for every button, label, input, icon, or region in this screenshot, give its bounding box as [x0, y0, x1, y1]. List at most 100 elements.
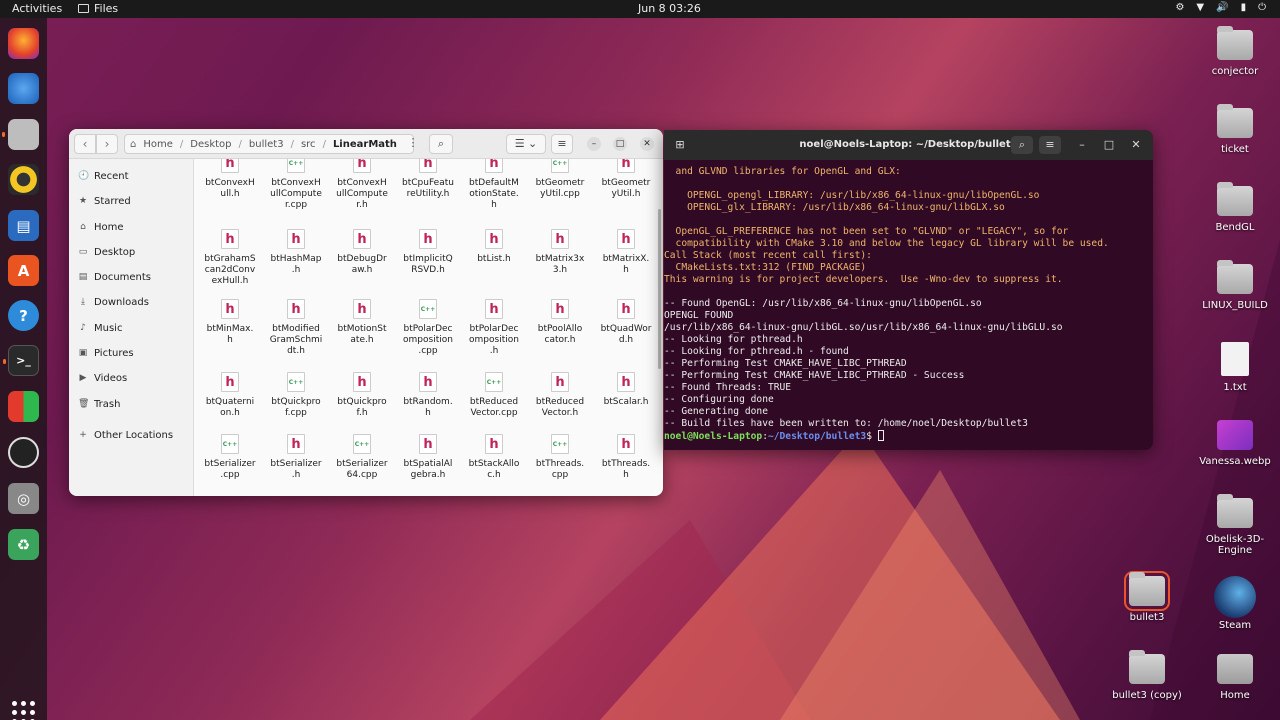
file-item[interactable]: h btQuadWor d.h — [596, 299, 656, 346]
terminal-close-icon[interactable]: ✕ — [1125, 136, 1147, 154]
back-button[interactable]: ‹ — [74, 134, 96, 154]
sidebar-item-desktop[interactable]: ▭ Desktop — [78, 245, 136, 259]
desktop-icon[interactable]: conjector — [1190, 26, 1280, 77]
app-menu[interactable]: Files — [78, 2, 118, 15]
desktop-icon[interactable]: ticket — [1190, 104, 1280, 155]
sidebar-item-music[interactable]: ♪ Music — [78, 321, 122, 335]
file-item[interactable]: h btMinMax. h — [200, 299, 260, 346]
terminal-maximize-icon[interactable]: □ — [1098, 136, 1120, 154]
file-item[interactable]: h btSerializer .h — [266, 434, 326, 481]
file-item[interactable]: C++ btGeometr yUtil.cpp — [530, 159, 590, 200]
trash-icon[interactable]: ♻ — [8, 529, 39, 560]
sidebar-item-trash[interactable]: 🗑 Trash — [78, 397, 120, 411]
sidebar-item-label: Desktop — [94, 246, 136, 258]
rhythmbox-icon[interactable] — [8, 164, 39, 195]
file-item[interactable]: h btScalar.h — [596, 372, 656, 408]
menu-icon[interactable]: ≡ — [551, 134, 573, 154]
file-item[interactable]: h btPolarDec omposition .h — [464, 299, 524, 357]
file-item[interactable]: C++ btConvexH ullCompute r.cpp — [266, 159, 326, 211]
file-item[interactable]: h btGeometr yUtil.h — [596, 159, 656, 200]
desktop-icon[interactable]: Obelisk-3D-Engine — [1190, 494, 1280, 556]
search-icon[interactable]: ⌕ — [429, 134, 453, 154]
show-apps-icon[interactable] — [12, 701, 35, 720]
file-item[interactable]: h btConvexH ull.h — [200, 159, 260, 200]
file-item[interactable]: h btQuickpro f.h — [332, 372, 392, 419]
file-item[interactable]: C++ btSerializer .cpp — [200, 434, 260, 481]
desktop-icon[interactable]: Home — [1190, 654, 1280, 701]
terminal-minimize-icon[interactable]: – — [1071, 136, 1093, 154]
app-grid-icon[interactable] — [8, 391, 39, 422]
desktop-icon[interactable]: Vanessa.webp — [1190, 420, 1280, 467]
file-item[interactable]: h btDebugDr aw.h — [332, 229, 392, 276]
minimize-icon[interactable]: – — [587, 137, 601, 151]
sidebar-item-documents[interactable]: ▤ Documents — [78, 270, 151, 284]
folder-icon — [1124, 571, 1170, 611]
file-item[interactable]: h btImplicitQ RSVD.h — [398, 229, 458, 276]
breadcrumb-item[interactable]: src — [301, 139, 316, 150]
terminal-prompt[interactable]: noel@Noels-Laptop:~/Desktop/bullet3$ — [664, 430, 1153, 442]
file-item[interactable]: h btMatrix3x 3.h — [530, 229, 590, 276]
file-item[interactable]: h btMotionSt ate.h — [332, 299, 392, 346]
terminal-search-icon[interactable]: ⌕ — [1011, 136, 1033, 154]
sidebar-item-pictures[interactable]: ▣ Pictures — [78, 346, 134, 360]
breadcrumb-current[interactable]: LinearMath — [333, 139, 397, 150]
system-tray[interactable]: ⚙ ▼ 🔊 ▮ ⏻ — [1175, 2, 1266, 13]
terminal-menu-icon[interactable]: ≡ — [1039, 136, 1061, 154]
desktop-icon[interactable]: 1.txt — [1190, 342, 1280, 393]
clock[interactable]: Jun 8 03:26 — [638, 2, 701, 15]
file-item[interactable]: C++ btThreads. cpp — [530, 434, 590, 481]
file-item[interactable]: h btThreads. h — [596, 434, 656, 481]
terminal-output[interactable]: and GLVND libraries for OpenGL and GLX: … — [664, 166, 1153, 450]
terminal-icon[interactable]: >_ — [3, 345, 39, 376]
file-name-line: btGrahamS — [204, 254, 256, 264]
desktop-icon[interactable]: BendGL — [1190, 182, 1280, 233]
sidebar-item-other-locations[interactable]: + Other Locations — [78, 428, 173, 442]
desktop-icon[interactable]: Steam — [1190, 576, 1280, 631]
file-item[interactable]: h btQuaterni on.h — [200, 372, 260, 419]
sidebar-item-home[interactable]: ⌂ Home — [78, 220, 123, 234]
file-item[interactable]: C++ btPolarDec omposition .cpp — [398, 299, 458, 357]
file-item[interactable]: h btList.h — [464, 229, 524, 265]
file-item[interactable]: h btCpuFeatu reUtility.h — [398, 159, 458, 200]
breadcrumb-item[interactable]: bullet3 — [249, 139, 284, 150]
file-item[interactable]: C++ btReduced Vector.cpp — [464, 372, 524, 419]
path-menu-icon[interactable]: ⋮ — [404, 134, 422, 154]
file-item[interactable]: h btPoolAllo cator.h — [530, 299, 590, 346]
scrollbar[interactable] — [658, 209, 661, 369]
sidebar-item-videos[interactable]: ▶ Videos — [78, 371, 128, 385]
desktop-icon[interactable]: LINUX_BUILD — [1190, 260, 1280, 311]
close-icon[interactable]: ✕ — [640, 137, 654, 151]
maximize-icon[interactable]: □ — [613, 137, 627, 151]
breadcrumb-item[interactable]: Home — [143, 139, 173, 150]
app-center-icon[interactable]: A — [8, 255, 39, 286]
file-item[interactable]: h btMatrixX. h — [596, 229, 656, 276]
file-name-line: h — [491, 200, 497, 210]
sidebar-item-recent[interactable]: 🕘 Recent — [78, 169, 129, 183]
thunderbird-icon[interactable] — [8, 73, 39, 104]
writer-icon[interactable]: ▤ — [8, 210, 39, 241]
obs-icon[interactable] — [8, 437, 39, 468]
desktop-icon[interactable]: bullet3 (copy) — [1102, 650, 1192, 701]
file-item[interactable]: h btHashMap .h — [266, 229, 326, 276]
sidebar-item-starred[interactable]: ★ Starred — [78, 194, 131, 208]
file-item[interactable]: h btRandom. h — [398, 372, 458, 419]
sidebar-item-downloads[interactable]: ⤓ Downloads — [78, 295, 149, 309]
help-icon[interactable]: ? — [8, 300, 39, 331]
view-options-button[interactable]: ☰ ⌄ — [506, 134, 546, 154]
firefox-icon[interactable] — [8, 28, 39, 59]
file-item[interactable]: h btConvexH ullCompute r.h — [332, 159, 392, 211]
forward-button[interactable]: › — [96, 134, 118, 154]
file-item[interactable]: C++ btQuickpro f.cpp — [266, 372, 326, 419]
disk-icon[interactable]: ◎ — [8, 483, 39, 514]
file-item[interactable]: h btStackAllo c.h — [464, 434, 524, 481]
file-item[interactable]: h btSpatialAl gebra.h — [398, 434, 458, 481]
file-item[interactable]: h btGrahamS can2dConv exHull.h — [200, 229, 260, 287]
breadcrumb-item[interactable]: Desktop — [190, 139, 231, 150]
activities-button[interactable]: Activities — [12, 2, 62, 15]
file-item[interactable]: h btReduced Vector.h — [530, 372, 590, 419]
file-item[interactable]: h btModified GramSchmi dt.h — [266, 299, 326, 357]
file-item[interactable]: C++ btSerializer 64.cpp — [332, 434, 392, 481]
file-item[interactable]: h btDefaultM otionState. h — [464, 159, 524, 211]
files-icon[interactable] — [2, 119, 39, 150]
desktop-icon[interactable]: bullet3 — [1102, 571, 1192, 623]
